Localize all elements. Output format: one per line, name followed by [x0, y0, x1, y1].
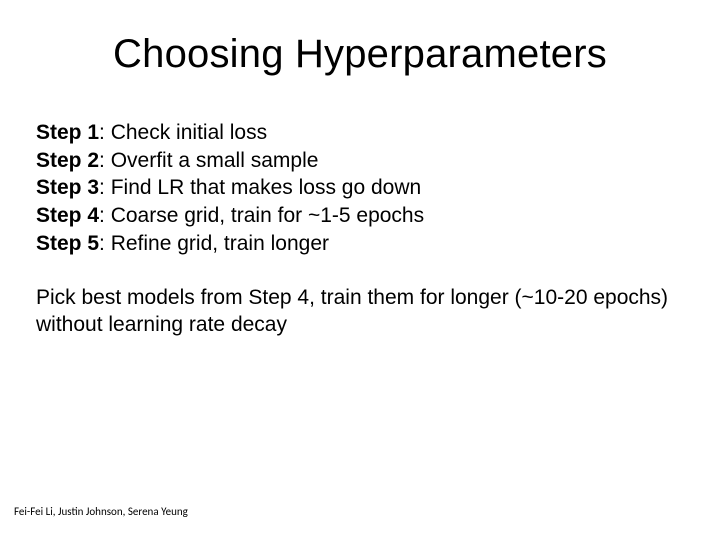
step-line: Step 2: Overfit a small sample — [36, 147, 684, 175]
step-line: Step 1: Check initial loss — [36, 119, 684, 147]
steps-block: Step 1: Check initial loss Step 2: Overf… — [36, 119, 684, 258]
step-line: Step 5: Refine grid, train longer — [36, 230, 684, 258]
step-text: : Overfit a small sample — [99, 149, 318, 172]
body-note: Pick best models from Step 4, train them… — [36, 284, 684, 339]
credit-line: Fei-Fei Li, Justin Johnson, Serena Yeung — [14, 505, 188, 518]
step-line: Step 4: Coarse grid, train for ~1-5 epoc… — [36, 202, 684, 230]
step-label: Step 3 — [36, 176, 99, 199]
step-label: Step 5 — [36, 232, 99, 255]
step-text: : Coarse grid, train for ~1-5 epochs — [99, 204, 424, 227]
page-title: Choosing Hyperparameters — [36, 32, 684, 77]
step-label: Step 4 — [36, 204, 99, 227]
step-label: Step 1 — [36, 121, 99, 144]
step-text: : Find LR that makes loss go down — [99, 176, 421, 199]
step-text: : Check initial loss — [99, 121, 267, 144]
step-text: : Refine grid, train longer — [99, 232, 329, 255]
slide: Choosing Hyperparameters Step 1: Check i… — [0, 0, 720, 540]
step-line: Step 3: Find LR that makes loss go down — [36, 174, 684, 202]
step-label: Step 2 — [36, 149, 99, 172]
